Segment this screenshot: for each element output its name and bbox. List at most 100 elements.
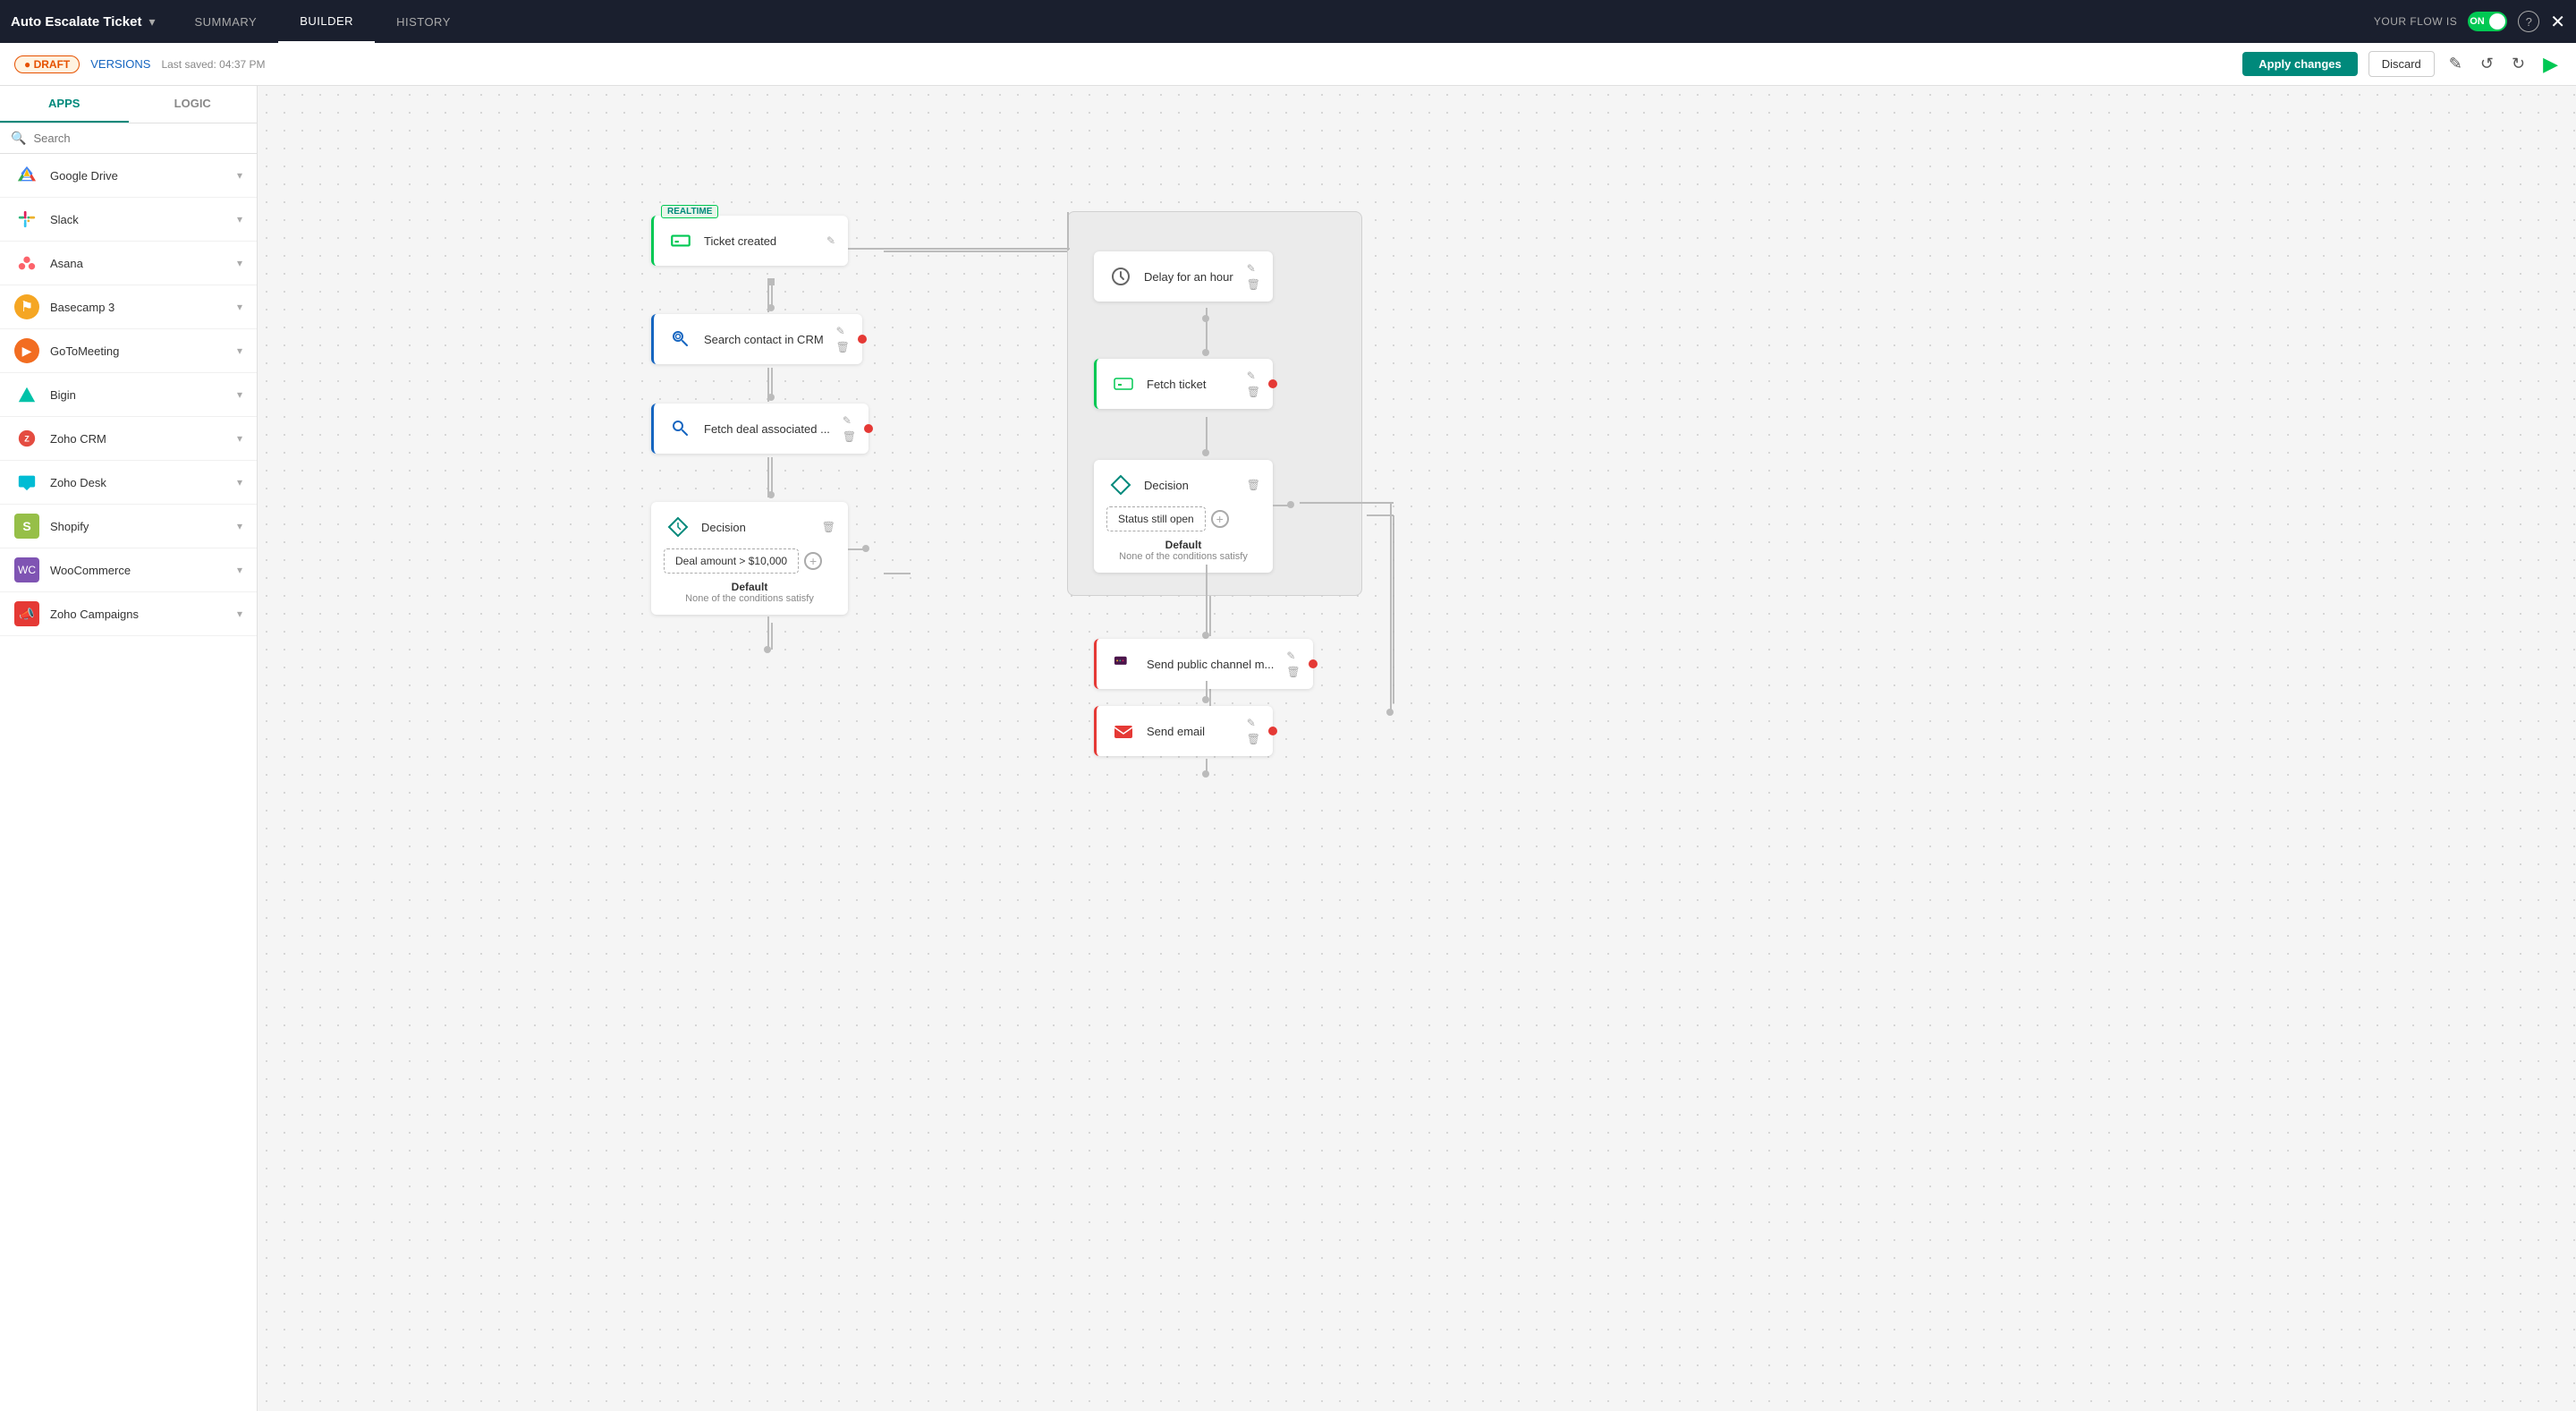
decision2-node[interactable]: Decision 🗑 Status still open + Default N… [1094, 460, 1273, 573]
send-email-actions: ✎ 🗑 [1247, 717, 1260, 745]
title-chevron[interactable]: ▾ [148, 14, 155, 30]
tab-builder[interactable]: BUILDER [278, 0, 375, 43]
sidebar-item-gotomeeting[interactable]: ▶ GoToMeeting ▾ [0, 329, 257, 373]
search-input[interactable] [33, 132, 246, 145]
decision2-label: Decision [1144, 479, 1238, 492]
sidebar-tab-logic[interactable]: LOGIC [129, 86, 258, 123]
default2-sub: None of the conditions satisfy [1106, 551, 1260, 562]
search-box: 🔍 [0, 123, 257, 154]
edit-delay-icon[interactable]: ✎ [1247, 262, 1260, 275]
toggle-knob [2489, 13, 2505, 30]
add-condition1[interactable]: + [804, 552, 822, 570]
fetch-deal-icon [666, 414, 695, 443]
edit-send-email-icon[interactable]: ✎ [1247, 717, 1260, 729]
zohocrm-chevron: ▾ [237, 432, 242, 445]
flow-status-label: YOUR FLOW IS [2374, 15, 2457, 28]
tab-history[interactable]: HISTORY [375, 0, 472, 43]
basecamp-chevron: ▾ [237, 301, 242, 313]
search-contact-node[interactable]: Search contact in CRM ✎ 🗑 [651, 314, 862, 364]
delete-decision1[interactable]: 🗑 [822, 521, 835, 533]
flow-canvas[interactable]: REALTIME Ticket created ✎ Search contact… [258, 86, 2576, 1411]
flow-toggle[interactable]: ON [2468, 12, 2507, 31]
search-contact-label: Search contact in CRM [704, 333, 824, 346]
main-layout: APPS LOGIC 🔍 Google Drive ▾ Slack ▾ [0, 86, 2576, 1411]
edit-icon[interactable]: ✎ [2445, 51, 2466, 77]
nav-tabs: SUMMARY BUILDER HISTORY [173, 0, 471, 43]
apply-changes-button[interactable]: Apply changes [2242, 52, 2357, 76]
fetch-deal-node[interactable]: Fetch deal associated ... ✎ 🗑 [651, 404, 869, 454]
delete-delay-icon[interactable]: 🗑 [1247, 278, 1260, 291]
sidebar-item-google-drive[interactable]: Google Drive ▾ [0, 154, 257, 198]
topnav-right: YOUR FLOW IS ON ? ✕ [2374, 11, 2565, 33]
default1-label: Default [664, 581, 835, 593]
delay-node[interactable]: Delay for an hour ✎ 🗑 [1094, 251, 1273, 302]
sidebar-item-asana[interactable]: Asana ▾ [0, 242, 257, 285]
undo-icon[interactable]: ↺ [2477, 51, 2497, 77]
gotomeeting-label: GoToMeeting [50, 344, 237, 358]
send-email-error-dot [1268, 727, 1277, 735]
gotomeeting-chevron: ▾ [237, 344, 242, 357]
flow-title: Auto Escalate Ticket [11, 14, 141, 30]
sidebar-item-zohocrm[interactable]: Z Zoho CRM ▾ [0, 417, 257, 461]
edit-send-channel-icon[interactable]: ✎ [1286, 650, 1300, 662]
delete-send-channel-icon[interactable]: 🗑 [1286, 666, 1300, 678]
run-icon[interactable]: ▶ [2539, 49, 2562, 80]
sidebar-item-slack[interactable]: Slack ▾ [0, 198, 257, 242]
sidebar-item-basecamp[interactable]: ⚑ Basecamp 3 ▾ [0, 285, 257, 329]
delete-send-email-icon[interactable]: 🗑 [1247, 733, 1260, 745]
send-channel-label: Send public channel m... [1147, 658, 1274, 671]
toggle-text: ON [2470, 16, 2485, 27]
send-email-node[interactable]: Send email ✎ 🗑 [1094, 706, 1273, 756]
fetch-ticket-node[interactable]: Fetch ticket ✎ 🗑 [1094, 359, 1273, 409]
delay-actions: ✎ 🗑 [1247, 262, 1260, 291]
add-condition2[interactable]: + [1211, 510, 1229, 528]
delete-fetch-ticket-icon[interactable]: 🗑 [1247, 386, 1260, 398]
edit-action-icon3[interactable]: ✎ [843, 414, 856, 427]
condition1-box: Deal amount > $10,000 [664, 548, 799, 574]
delete-action-icon2[interactable]: 🗑 [836, 341, 850, 353]
discard-button[interactable]: Discard [2368, 51, 2435, 77]
send-channel-node[interactable]: Send public channel m... ✎ 🗑 [1094, 639, 1313, 689]
topnav: Auto Escalate Ticket ▾ SUMMARY BUILDER H… [0, 0, 2576, 43]
fetch-deal-label: Fetch deal associated ... [704, 422, 830, 436]
ticket-created-node[interactable]: REALTIME Ticket created ✎ [651, 216, 848, 266]
versions-link[interactable]: VERSIONS [90, 57, 150, 71]
asana-icon [14, 251, 39, 276]
close-button[interactable]: ✕ [2550, 11, 2565, 33]
search-icon: 🔍 [11, 131, 26, 146]
sidebar-item-zohodesk[interactable]: Zoho Desk ▾ [0, 461, 257, 505]
search-contact-icon [666, 325, 695, 353]
sidebar-item-woocommerce[interactable]: WC WooCommerce ▾ [0, 548, 257, 592]
edit-action-icon[interactable]: ✎ [826, 234, 835, 247]
fetch-deal-actions: ✎ 🗑 [843, 414, 856, 443]
gotomeeting-icon: ▶ [14, 338, 39, 363]
sidebar-tab-apps[interactable]: APPS [0, 86, 129, 123]
edit-action-icon2[interactable]: ✎ [836, 325, 850, 337]
search-contact-actions: ✎ 🗑 [836, 325, 850, 353]
sidebar-tabs: APPS LOGIC [0, 86, 257, 123]
asana-label: Asana [50, 257, 237, 270]
woocommerce-icon: WC [14, 557, 39, 582]
sidebar-item-bigin[interactable]: Bigin ▾ [0, 373, 257, 417]
woocommerce-chevron: ▾ [237, 564, 242, 576]
decision1-node[interactable]: Decision 🗑 Deal amount > $10,000 + Defau… [651, 502, 848, 615]
sidebar-item-shopify[interactable]: S Shopify ▾ [0, 505, 257, 548]
bigin-icon [14, 382, 39, 407]
woocommerce-label: WooCommerce [50, 564, 237, 577]
redo-icon[interactable]: ↻ [2508, 51, 2529, 77]
send-channel-actions: ✎ 🗑 [1286, 650, 1300, 678]
help-button[interactable]: ? [2518, 11, 2539, 32]
canvas-inner: REALTIME Ticket created ✎ Search contact… [258, 86, 1599, 891]
google-drive-label: Google Drive [50, 169, 237, 183]
tab-summary[interactable]: SUMMARY [173, 0, 278, 43]
default2-label: Default [1106, 539, 1260, 551]
slack-label: Slack [50, 213, 237, 226]
edit-fetch-ticket-icon[interactable]: ✎ [1247, 370, 1260, 382]
delete-decision2[interactable]: 🗑 [1247, 479, 1260, 491]
delete-action-icon3[interactable]: 🗑 [843, 430, 856, 443]
realtime-badge: REALTIME [661, 205, 718, 218]
asana-chevron: ▾ [237, 257, 242, 269]
svg-text:Z: Z [24, 435, 30, 444]
sidebar-item-zohocampaigns[interactable]: 📣 Zoho Campaigns ▾ [0, 592, 257, 636]
zohodesk-label: Zoho Desk [50, 476, 237, 489]
